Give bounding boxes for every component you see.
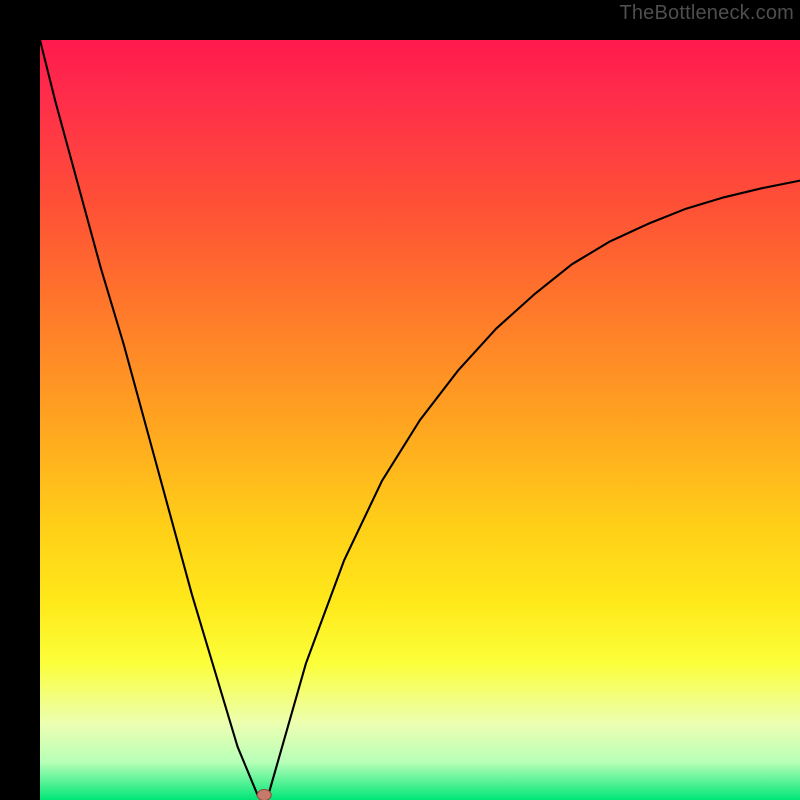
plot-area (40, 40, 800, 800)
watermark-label: TheBottleneck.com (619, 2, 794, 25)
bottleneck-curve (40, 40, 800, 800)
curve-path (40, 40, 800, 796)
minimum-marker (257, 790, 271, 800)
chart-frame (20, 20, 780, 780)
